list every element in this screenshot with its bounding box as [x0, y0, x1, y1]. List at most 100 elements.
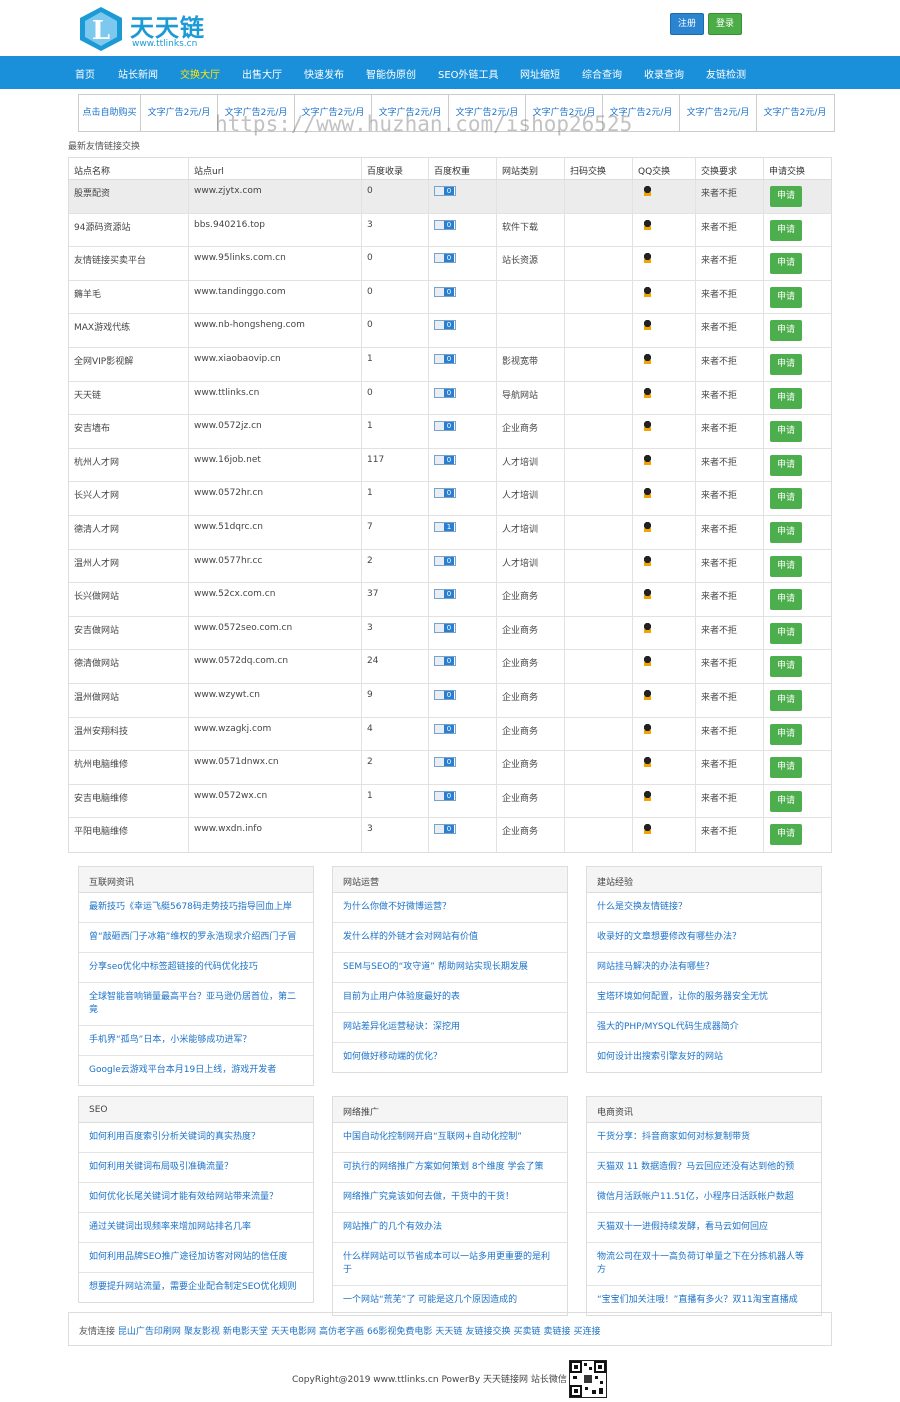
- news-link[interactable]: 物流公司在双十一高负荷订单量之下在分拣机器人等方: [587, 1243, 821, 1286]
- apply-button[interactable]: 申请: [770, 757, 802, 779]
- news-link[interactable]: 网络推广究竟该如何去做，干货中的干货！: [333, 1183, 567, 1213]
- friend-link[interactable]: 66影视免费电影: [367, 1327, 432, 1337]
- apply-button[interactable]: 申请: [770, 589, 802, 611]
- site-url[interactable]: www.0572dq.com.cn: [189, 650, 362, 683]
- apply-button[interactable]: 申请: [770, 521, 802, 543]
- news-link[interactable]: 曾“敲砸西门子冰箱”维权的罗永浩现求介绍西门子冒: [79, 923, 313, 953]
- nav-item[interactable]: 网址缩短: [520, 66, 560, 81]
- apply-button[interactable]: 申请: [770, 622, 802, 644]
- news-link[interactable]: 为什么你做不好微博运营？: [333, 893, 567, 923]
- news-link[interactable]: 什么样网站可以节省成本可以一站多用更重要的是利于: [333, 1243, 567, 1286]
- apply-button[interactable]: 申请: [770, 320, 802, 342]
- friend-link[interactable]: 聚友影视: [184, 1327, 220, 1337]
- register-button[interactable]: 注册: [670, 13, 704, 35]
- apply-button[interactable]: 申请: [770, 421, 802, 443]
- site-logo[interactable]: L 天天链 www.ttlinks.cn: [78, 6, 218, 52]
- apply-button[interactable]: 申请: [770, 488, 802, 510]
- qq-penguin-icon[interactable]: [643, 790, 652, 801]
- friend-link[interactable]: 天天电影网: [271, 1327, 316, 1337]
- qq-penguin-icon[interactable]: [643, 723, 652, 734]
- qq-penguin-icon[interactable]: [643, 253, 652, 264]
- apply-button[interactable]: 申请: [770, 790, 802, 812]
- news-link[interactable]: 如何设计出搜索引擎友好的网站: [587, 1043, 821, 1072]
- qq-penguin-icon[interactable]: [643, 186, 652, 196]
- news-link[interactable]: 如何做好移动端的优化？: [333, 1043, 567, 1072]
- news-link[interactable]: “宝宝们加关注哦！”直播有多火？双11淘宝直播成: [587, 1286, 821, 1315]
- site-url[interactable]: www.ttlinks.cn: [189, 381, 362, 415]
- news-link[interactable]: 干货分享：抖音商家如何对标复制带货: [587, 1123, 821, 1153]
- apply-button[interactable]: 申请: [770, 286, 802, 308]
- qq-penguin-icon[interactable]: [643, 521, 652, 532]
- news-link[interactable]: 目前为止用户体验度最好的表: [333, 983, 567, 1013]
- news-link[interactable]: 最新技巧《幸运飞艇5678码走势技巧指导回血上岸: [79, 893, 313, 923]
- news-link[interactable]: 天猫双 11 数据造假？马云回应还没有达到他的预: [587, 1153, 821, 1183]
- site-url[interactable]: www.wzywt.cn: [189, 683, 362, 717]
- news-link[interactable]: 宝塔环境如何配置，让你的服务器安全无忧: [587, 983, 821, 1013]
- nav-item[interactable]: 交换大厅: [180, 66, 220, 81]
- news-link[interactable]: 通过关键词出现频率来增加网站排名几率: [79, 1213, 313, 1243]
- site-url[interactable]: www.0577hr.cc: [189, 549, 362, 583]
- apply-button[interactable]: 申请: [770, 824, 802, 846]
- news-link[interactable]: 可执行的网络推广方案如何策划 8个维度 学会了策: [333, 1153, 567, 1183]
- news-link[interactable]: 中国自动化控制网开启“互联网+自动化控制”: [333, 1123, 567, 1153]
- apply-button[interactable]: 申请: [770, 689, 802, 711]
- nav-item[interactable]: 快速发布: [304, 66, 344, 81]
- site-url[interactable]: www.0572hr.cn: [189, 482, 362, 515]
- nav-item[interactable]: 收录查询: [644, 66, 684, 81]
- site-url[interactable]: www.zjytx.com: [189, 180, 362, 213]
- qq-penguin-icon[interactable]: [643, 387, 652, 398]
- news-link[interactable]: 网站推广的几个有效办法: [333, 1213, 567, 1243]
- news-link[interactable]: 天猫双十一进假持续发酵，看马云如何回应: [587, 1213, 821, 1243]
- news-link[interactable]: 如何利用百度索引分析关键词的真实热度？: [79, 1123, 313, 1153]
- nav-item[interactable]: 首页: [75, 66, 95, 81]
- nav-item[interactable]: 站长新闻: [118, 66, 158, 81]
- qq-penguin-icon[interactable]: [643, 320, 652, 331]
- ad-slot[interactable]: 文字广告2元/月: [680, 95, 757, 131]
- qq-penguin-icon[interactable]: [643, 454, 652, 465]
- site-url[interactable]: www.51dqrc.cn: [189, 515, 362, 549]
- apply-button[interactable]: 申请: [770, 219, 802, 241]
- qq-penguin-icon[interactable]: [643, 757, 652, 768]
- qq-penguin-icon[interactable]: [643, 421, 652, 432]
- ad-slot[interactable]: 点击自助购买: [79, 95, 141, 131]
- news-link[interactable]: 想要提升网站流量，需要企业配合制定SEO优化规则: [79, 1273, 313, 1302]
- friend-link[interactable]: 买连接: [573, 1327, 600, 1337]
- nav-item[interactable]: 出售大厅: [242, 66, 282, 81]
- qq-penguin-icon[interactable]: [643, 353, 652, 364]
- apply-button[interactable]: 申请: [770, 253, 802, 275]
- news-link[interactable]: 微信月活跃帐户11.51亿，小程序日活跃帐户数超: [587, 1183, 821, 1213]
- news-link[interactable]: 如何利用关键词布局吸引准确流量？: [79, 1153, 313, 1183]
- site-url[interactable]: www.16job.net: [189, 448, 362, 482]
- friend-link[interactable]: 买卖链: [513, 1327, 540, 1337]
- news-link[interactable]: 发什么样的外链才会对网站有价值: [333, 923, 567, 953]
- site-url[interactable]: www.0572seo.com.cn: [189, 616, 362, 650]
- qq-penguin-icon[interactable]: [643, 555, 652, 566]
- nav-item[interactable]: 友链检测: [706, 66, 746, 81]
- news-link[interactable]: 手机界“孤鸟”日本，小米能够成功进军？: [79, 1026, 313, 1056]
- news-link[interactable]: 网站挂马解决的办法有哪些？: [587, 953, 821, 983]
- apply-button[interactable]: 申请: [770, 723, 802, 745]
- apply-button[interactable]: 申请: [770, 353, 802, 375]
- news-link[interactable]: 收录好的文章想要修改有哪些办法？: [587, 923, 821, 953]
- friend-link[interactable]: 新电影天堂: [223, 1327, 268, 1337]
- nav-item[interactable]: SEO外链工具: [438, 66, 499, 81]
- news-link[interactable]: 分享seo优化中标签超链接的代码优化技巧: [79, 953, 313, 983]
- apply-button[interactable]: 申请: [770, 656, 802, 678]
- apply-button[interactable]: 申请: [770, 454, 802, 476]
- qq-penguin-icon[interactable]: [643, 286, 652, 297]
- site-url[interactable]: www.0572jz.cn: [189, 415, 362, 448]
- apply-button[interactable]: 申请: [770, 555, 802, 577]
- site-url[interactable]: www.xiaobaovip.cn: [189, 347, 362, 381]
- friend-link[interactable]: 天天链: [435, 1327, 462, 1337]
- login-button[interactable]: 登录: [708, 13, 742, 35]
- news-link[interactable]: 如何优化长尾关键词才能有效给网站带来流量？: [79, 1183, 313, 1213]
- site-url[interactable]: www.nb-hongsheng.com: [189, 314, 362, 347]
- qq-penguin-icon[interactable]: [643, 589, 652, 600]
- qq-penguin-icon[interactable]: [643, 622, 652, 633]
- qq-penguin-icon[interactable]: [643, 488, 652, 499]
- ad-slot[interactable]: 文字广告2元/月: [141, 95, 218, 131]
- site-url[interactable]: www.tandinggo.com: [189, 280, 362, 314]
- qq-penguin-icon[interactable]: [643, 824, 652, 835]
- site-url[interactable]: www.0571dnwx.cn: [189, 751, 362, 784]
- site-url[interactable]: www.wxdn.info: [189, 818, 362, 852]
